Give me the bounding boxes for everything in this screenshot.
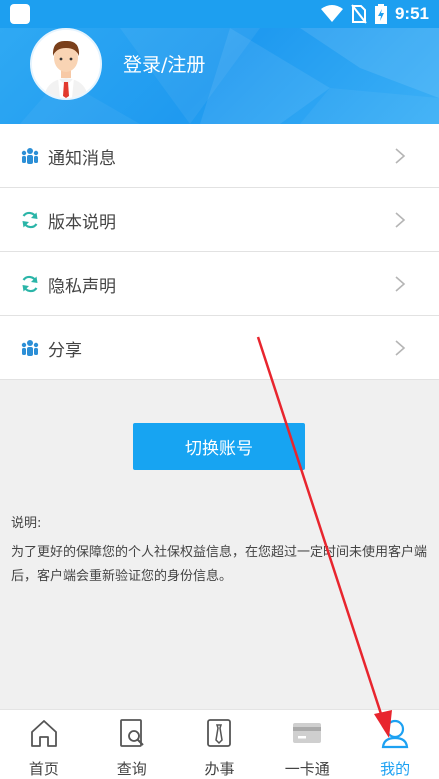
menu-item-label: 分享 [48,341,82,361]
tab-mine[interactable]: 我的 [351,710,439,779]
card-icon [293,723,322,743]
profile-icon [381,719,409,749]
people-icon [21,148,39,164]
tie-icon [207,719,232,747]
settings-menu: 通知消息 版本说明 隐私声明 分享 [0,124,439,380]
tab-label: 办事 [204,760,235,778]
home-icon [30,720,57,747]
profile-header: 登录/注册 [0,28,439,124]
user-avatar-icon [32,30,100,98]
tab-label: 查询 [116,760,147,778]
wifi-icon [320,5,343,22]
menu-item-label: 隐私声明 [48,277,116,297]
search-doc-icon [119,719,144,747]
tab-label: 我的 [380,760,411,778]
people-icon [21,340,39,356]
app-notification-icon [10,4,30,24]
tab-home[interactable]: 首页 [0,710,88,779]
chevron-right-icon [395,340,406,356]
chevron-right-icon [395,212,406,228]
tab-services[interactable]: 办事 [176,710,264,779]
avatar[interactable] [30,28,102,100]
menu-item-share[interactable]: 分享 [0,316,439,380]
menu-item-label: 版本说明 [48,213,116,233]
chevron-right-icon [395,148,406,164]
refresh-icon [22,211,38,229]
no-sim-icon [351,4,367,24]
tab-card[interactable]: 一卡通 [263,710,351,779]
menu-item-version-notes[interactable]: 版本说明 [0,188,439,252]
switch-account-button[interactable]: 切换账号 [133,423,305,470]
menu-item-notifications[interactable]: 通知消息 [0,124,439,188]
clock: 9:51 [394,4,429,23]
tab-query[interactable]: 查询 [88,710,176,779]
login-register-link[interactable]: 登录/注册 [123,50,205,77]
bottom-navigation: 首页 查询 办事 一卡通 我的 [0,709,439,779]
refresh-icon [22,275,38,293]
status-bar: 9:51 [0,0,439,28]
battery-charging-icon [374,4,387,24]
note-body: 为了更好的保障您的个人社保权益信息，在您超过一定时间未使用客户端后，客户端会重新… [11,545,428,584]
tab-label: 一卡通 [284,760,330,778]
tab-label: 首页 [28,760,59,778]
menu-item-label: 通知消息 [48,149,116,169]
system-icons: 9:51 [320,3,429,25]
chevron-right-icon [395,276,406,292]
note-title: 说明: [11,516,42,531]
menu-item-privacy[interactable]: 隐私声明 [0,252,439,316]
